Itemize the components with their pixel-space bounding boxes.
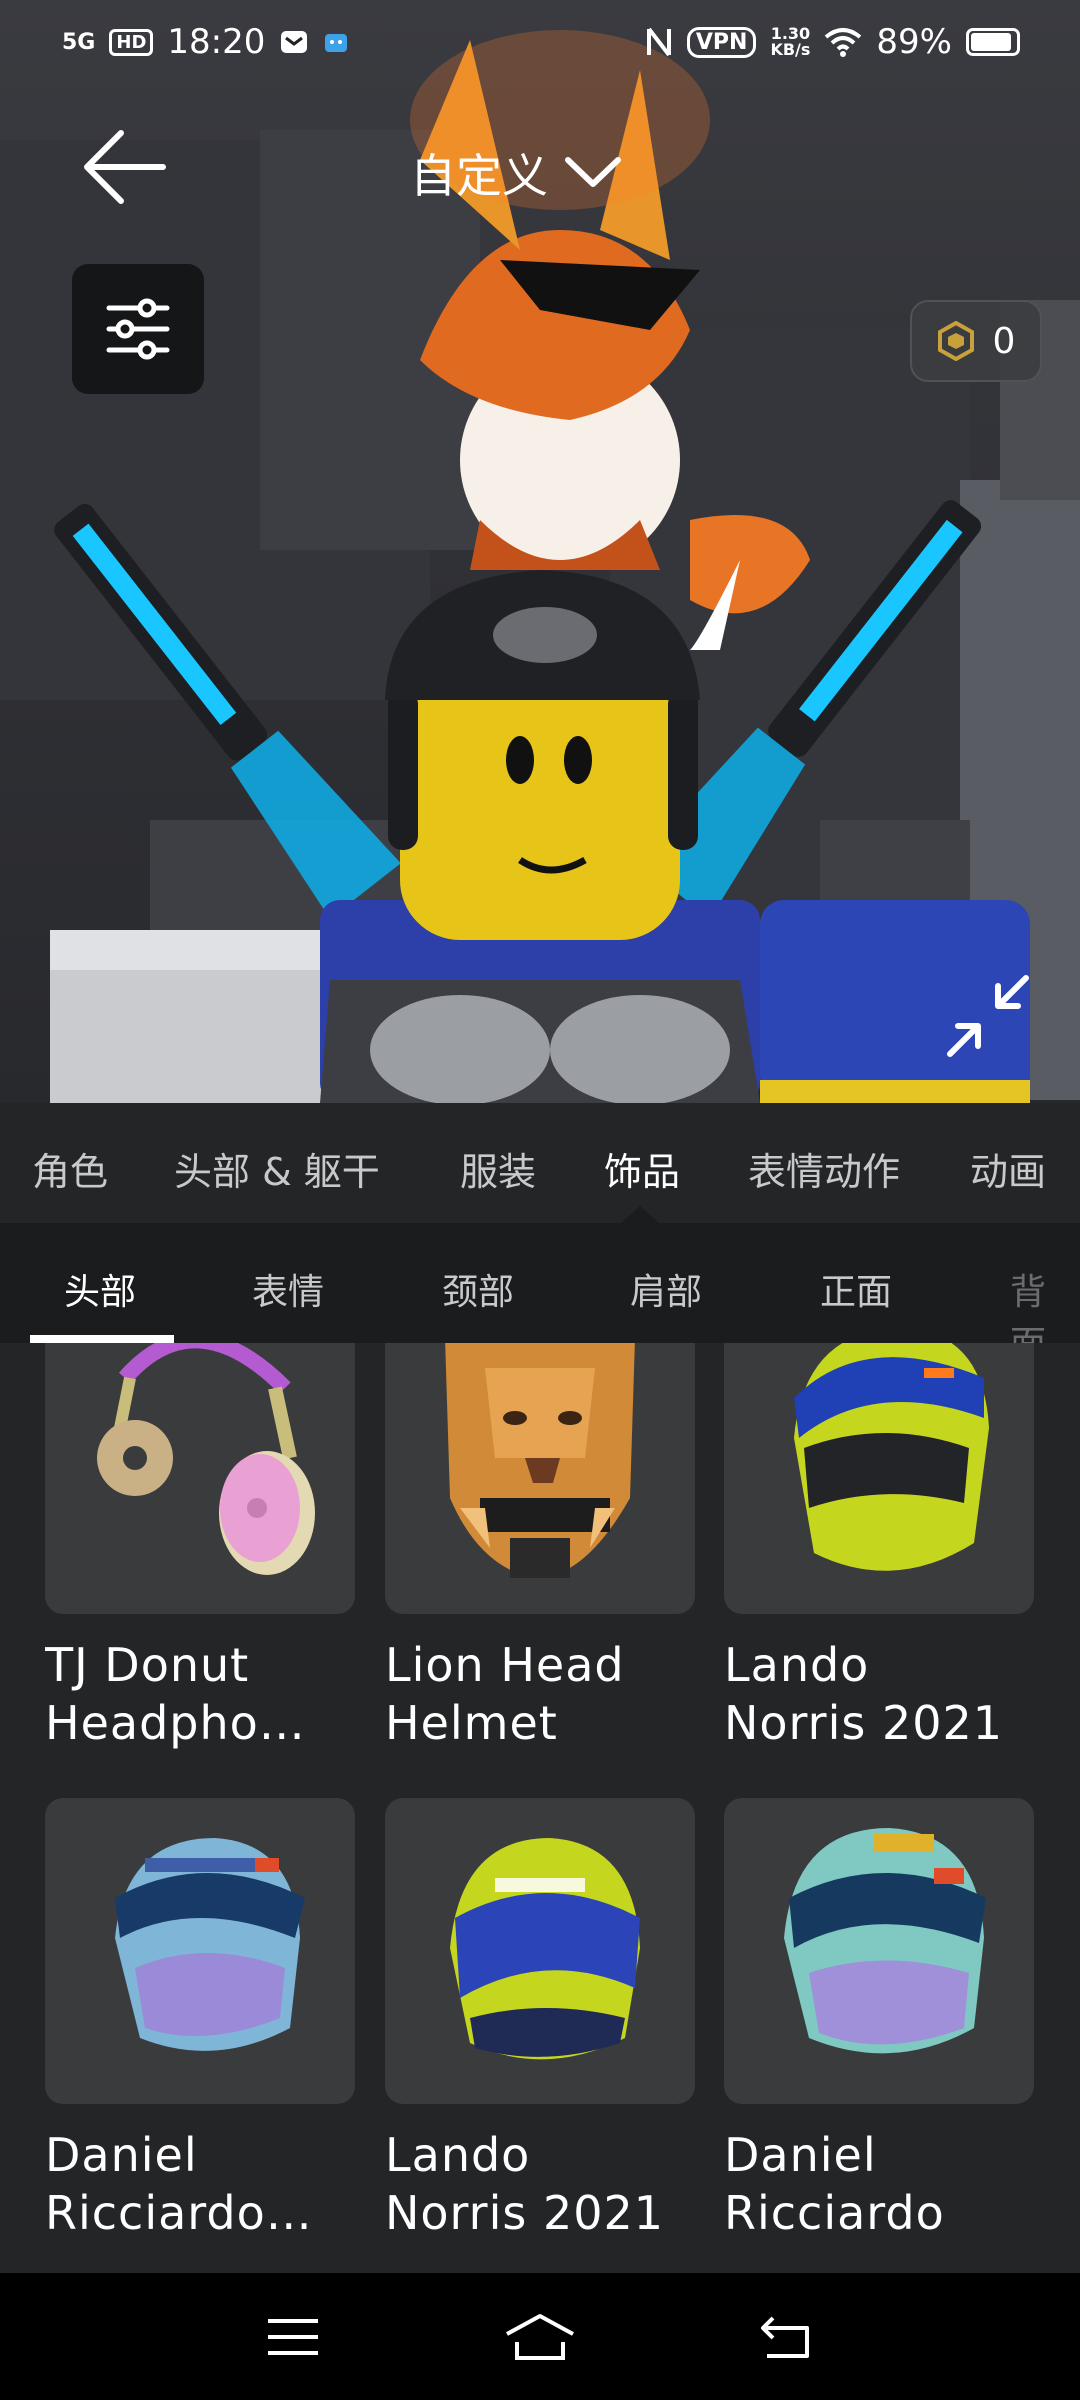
- racing-helmet-icon: [450, 1838, 640, 2060]
- vpn-badge: VPN: [686, 26, 757, 58]
- item-name: Daniel Ricciardo…: [45, 2128, 313, 2240]
- item-name: TJ Donut Headpho…: [45, 1638, 306, 1750]
- collapse-arrows-icon: [947, 975, 1029, 1057]
- tab-accessories[interactable]: 饰品: [604, 1141, 680, 1196]
- menu-nav-button[interactable]: [248, 2302, 338, 2372]
- item-thumbnail: [385, 1343, 695, 1614]
- item-thumbnail: [724, 1798, 1034, 2104]
- item-card[interactable]: Daniel Ricciardo: [724, 1798, 1034, 2242]
- tab-head-body[interactable]: 头部 & 躯干: [174, 1141, 380, 1196]
- system-nav-bar: [0, 2273, 1080, 2400]
- filter-button[interactable]: [72, 264, 204, 394]
- home-icon: [506, 2313, 574, 2360]
- robux-balance[interactable]: 0: [910, 300, 1042, 382]
- network-speed: 1.30 KB/s: [770, 24, 811, 59]
- page-title: 自定义: [410, 149, 548, 203]
- subtab-head[interactable]: 头部: [64, 1263, 136, 1315]
- tab-clothing[interactable]: 服装: [460, 1141, 536, 1196]
- home-nav-button[interactable]: [495, 2302, 585, 2372]
- item-name: Lion Head Helmet: [385, 1638, 625, 1750]
- item-thumbnail: [45, 1343, 355, 1614]
- hd-badge: HD: [109, 28, 154, 56]
- racing-helmet-icon: [784, 1828, 986, 2054]
- app-notification-icon: [325, 34, 348, 52]
- item-thumbnail: [724, 1343, 1034, 1614]
- sub-tabs: 头部 表情 颈部 肩部 正面 背面: [0, 1223, 1080, 1343]
- item-thumbnail: [385, 1798, 695, 2104]
- active-tab-pointer: [620, 1206, 660, 1224]
- robux-icon: [937, 321, 974, 361]
- sliders-icon: [106, 298, 170, 360]
- battery-percent: 89%: [876, 22, 952, 62]
- status-bar: 5G HD 18:20 VPN 1.30 KB/s 89%: [0, 0, 1080, 84]
- chevron-down-icon: [565, 157, 621, 187]
- signal-indicator: 5G: [62, 29, 96, 55]
- avatar-viewport[interactable]: 5G HD 18:20 VPN 1.30 KB/s 89% 自定义 0: [0, 0, 1080, 1103]
- battery-icon: [966, 28, 1020, 56]
- subtab-front[interactable]: 正面: [820, 1263, 892, 1315]
- nfc-icon: [646, 27, 671, 57]
- racing-helmet-icon: [115, 1838, 305, 2051]
- menu-icon: [268, 2318, 319, 2355]
- tab-emotes[interactable]: 表情动作: [748, 1141, 900, 1196]
- tab-animations[interactable]: 动画: [970, 1141, 1046, 1196]
- racing-helmet-icon: [794, 1343, 989, 1571]
- collapse-view-button[interactable]: [946, 974, 1030, 1058]
- item-card[interactable]: Lando Norris 2021: [385, 1798, 695, 2242]
- robux-count: 0: [992, 320, 1016, 362]
- back-icon: [760, 2316, 809, 2358]
- title-dropdown[interactable]: 自定义: [410, 138, 622, 208]
- item-card[interactable]: TJ Donut Headpho…: [45, 1343, 355, 1752]
- item-card[interactable]: Lion Head Helmet: [385, 1343, 695, 1752]
- item-card[interactable]: Daniel Ricciardo…: [45, 1798, 355, 2242]
- clock: 18:20: [167, 22, 266, 62]
- active-subtab-underline: [30, 1335, 174, 1343]
- item-thumbnail: [45, 1798, 355, 2104]
- item-card[interactable]: Lando Norris 2021: [724, 1343, 1034, 1752]
- item-name: Lando Norris 2021: [724, 1638, 1004, 1750]
- category-tabs: 角色 头部 & 躯干 服装 饰品 表情动作 动画: [0, 1103, 1080, 1223]
- subtab-back[interactable]: 背面: [1010, 1263, 1080, 1343]
- back-button[interactable]: [80, 122, 170, 212]
- item-name: Daniel Ricciardo: [724, 2128, 945, 2240]
- subtab-shoulder[interactable]: 肩部: [630, 1263, 702, 1315]
- wifi-icon: [825, 28, 862, 57]
- arrow-left-icon: [84, 130, 166, 204]
- item-name: Lando Norris 2021: [385, 2128, 665, 2240]
- mail-icon: [281, 31, 308, 53]
- lion-helmet-icon: [445, 1343, 635, 1578]
- back-nav-button[interactable]: [742, 2302, 832, 2372]
- subtab-face[interactable]: 表情: [252, 1263, 324, 1315]
- tab-character[interactable]: 角色: [32, 1141, 108, 1196]
- subtab-neck[interactable]: 颈部: [442, 1263, 514, 1315]
- donut-headphones-icon: [97, 1343, 315, 1575]
- item-grid: TJ Donut Headpho… Lion Head Helmet Lando…: [0, 1343, 1080, 2273]
